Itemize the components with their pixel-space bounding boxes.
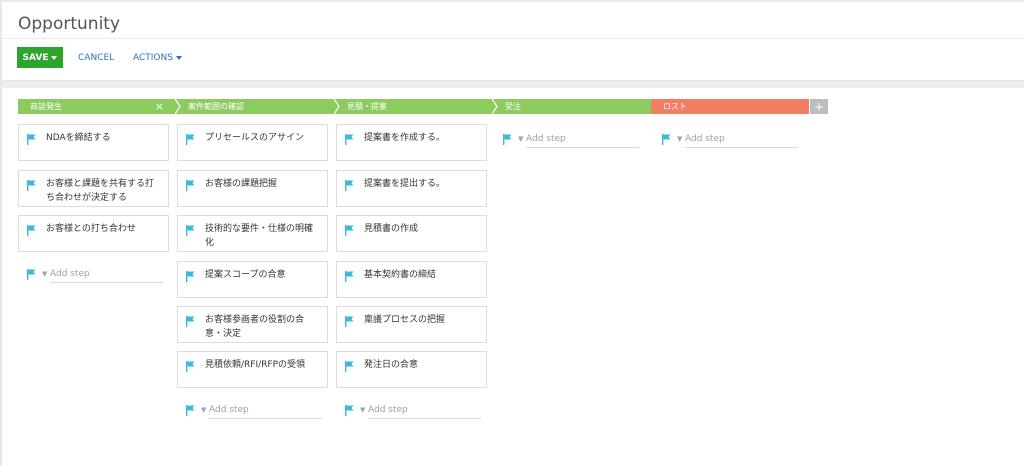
add-step-input[interactable]	[526, 130, 639, 148]
add-step-input[interactable]	[685, 130, 798, 148]
chevron-down-icon[interactable]: ▼	[518, 135, 523, 143]
chevron-down-icon	[175, 55, 182, 60]
step-label: お客様参画者の役割の合意・決定	[205, 315, 305, 339]
step-label: お客様の課題把握	[205, 179, 278, 189]
step-card[interactable]: 見積書の作成	[336, 215, 487, 252]
flag-icon[interactable]	[661, 133, 671, 145]
flag-icon	[345, 271, 354, 282]
chevron-down-icon[interactable]: ▼	[677, 135, 682, 143]
add-step-input[interactable]	[50, 265, 163, 283]
stage-1[interactable]: 商談発生 ×	[18, 99, 176, 114]
step-card[interactable]: プリセールスのアサイン	[177, 124, 328, 161]
step-label: お客様との打ち合わせ	[46, 224, 136, 234]
step-card[interactable]: 発注日の合意	[336, 351, 487, 388]
step-label: 見積書の作成	[364, 224, 419, 234]
flag-icon	[186, 361, 195, 372]
stage-label: 案件範囲の確認	[188, 102, 244, 111]
flag-icon	[345, 134, 354, 145]
flag-icon	[345, 180, 354, 191]
cancel-button-label: CANCEL	[78, 52, 115, 63]
stage-2[interactable]: 案件範囲の確認	[176, 99, 335, 114]
add-step-row: ▼	[18, 265, 163, 283]
add-step-input[interactable]	[209, 401, 322, 419]
step-label: プリセールスのアサイン	[205, 133, 305, 143]
chevron-down-icon[interactable]: ▼	[42, 270, 47, 278]
flag-icon	[186, 271, 195, 282]
step-label: NDAを締結する	[46, 133, 111, 143]
flag-icon	[345, 316, 354, 327]
actions-button-label: ACTIONS	[133, 52, 173, 63]
flag-icon	[27, 180, 36, 191]
stage-bar: 商談発生 × 案件範囲の確認 見積・提案 受注 ロスト +	[18, 99, 828, 114]
title-divider	[2, 38, 1024, 39]
cancel-button[interactable]: CANCEL	[78, 47, 114, 68]
chevron-down-icon	[51, 55, 58, 60]
flag-icon[interactable]	[502, 133, 512, 145]
stage-3[interactable]: 見積・提案	[335, 99, 493, 114]
step-card[interactable]: お客様と課題を共有する打ち合わせが決定する	[18, 170, 169, 207]
chevron-down-icon[interactable]: ▼	[201, 406, 206, 414]
page-header: Opportunity SAVE CANCEL ACTIONS	[2, 2, 1024, 81]
stage-label: 見積・提案	[347, 102, 387, 111]
stage-separator	[175, 99, 181, 114]
step-label: 提案書を提出する。	[364, 179, 446, 189]
step-card[interactable]: 提案書を提出する。	[336, 170, 487, 207]
save-button-label: SAVE	[22, 52, 49, 63]
add-step-row: ▼	[494, 130, 639, 148]
stage-separator	[334, 99, 340, 114]
step-card[interactable]: NDAを締結する	[18, 124, 169, 161]
add-step-row: ▼	[653, 130, 798, 148]
step-card[interactable]: 提案スコープの合意	[177, 261, 328, 298]
flag-icon[interactable]	[26, 268, 36, 280]
stage-label: ロスト	[663, 102, 687, 111]
flag-icon	[345, 361, 354, 372]
step-card[interactable]: お客様との打ち合わせ	[18, 215, 169, 252]
add-step-row: ▼	[177, 401, 322, 419]
step-label: お客様と課題を共有する打ち合わせが決定する	[46, 179, 155, 203]
page-title: Opportunity	[18, 14, 121, 34]
step-label: 見積依頼/RFI/RFPの受領	[205, 360, 306, 370]
flag-icon[interactable]	[344, 404, 354, 416]
stage-label: 受注	[505, 102, 521, 111]
flag-icon	[186, 316, 195, 327]
flag-icon	[27, 134, 36, 145]
step-card[interactable]: 見積依頼/RFI/RFPの受領	[177, 351, 328, 388]
step-card[interactable]: 基本契約書の締結	[336, 261, 487, 298]
save-button[interactable]: SAVE	[17, 47, 63, 68]
add-stage-button[interactable]: +	[810, 99, 828, 114]
step-label: 稟議プロセスの把握	[364, 315, 446, 325]
step-card[interactable]: 技術的な要件・仕様の明確化	[177, 215, 328, 252]
flag-icon[interactable]	[185, 404, 195, 416]
step-card[interactable]: 稟議プロセスの把握	[336, 306, 487, 343]
actions-button[interactable]: ACTIONS	[133, 47, 182, 68]
stage-separator	[492, 99, 498, 114]
flag-icon	[186, 225, 195, 236]
stage-4[interactable]: 受注	[493, 99, 651, 114]
close-icon[interactable]: ×	[155, 100, 164, 113]
add-step-input[interactable]	[368, 401, 481, 419]
step-label: 提案スコープの合意	[205, 270, 286, 280]
chevron-down-icon[interactable]: ▼	[360, 406, 365, 414]
flag-icon	[345, 225, 354, 236]
stage-label: 商談発生	[30, 102, 62, 111]
stage-5[interactable]: ロスト	[651, 99, 809, 114]
step-card[interactable]: 提案書を作成する。	[336, 124, 487, 161]
add-step-row: ▼	[336, 401, 481, 419]
step-card[interactable]: お客様参画者の役割の合意・決定	[177, 306, 328, 343]
step-label: 提案書を作成する。	[364, 133, 446, 143]
header-separator	[2, 81, 1024, 88]
step-label: 発注日の合意	[364, 360, 419, 370]
step-label: 技術的な要件・仕様の明確化	[205, 224, 314, 248]
flag-icon	[27, 225, 36, 236]
step-card[interactable]: お客様の課題把握	[177, 170, 328, 207]
flag-icon	[186, 180, 195, 191]
step-label: 基本契約書の締結	[364, 270, 437, 280]
flag-icon	[186, 134, 195, 145]
